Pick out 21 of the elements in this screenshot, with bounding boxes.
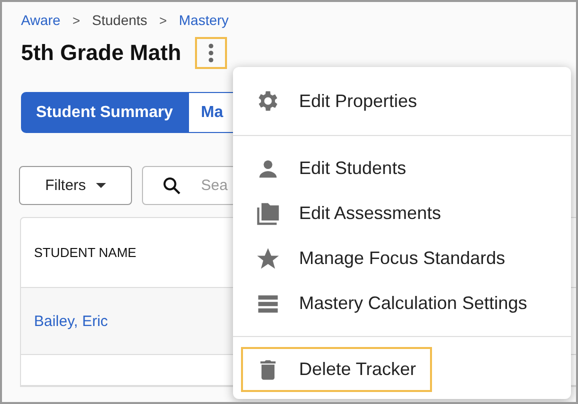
folder-icon xyxy=(255,200,281,226)
more-options-button[interactable] xyxy=(195,37,228,69)
menu-item[interactable]: Mastery Calculation Settings xyxy=(241,281,563,326)
menu-item[interactable]: Edit Students xyxy=(241,146,563,191)
menu-item[interactable]: Delete Tracker xyxy=(241,347,432,392)
menu-item[interactable]: Manage Focus Standards xyxy=(241,236,563,281)
filters-button[interactable]: Filters xyxy=(19,166,132,205)
breadcrumb-separator: > xyxy=(159,12,167,28)
student-link[interactable]: Bailey, Eric xyxy=(34,312,108,330)
breadcrumb-link[interactable]: Aware xyxy=(21,12,60,28)
breadcrumb-text: Students xyxy=(92,12,148,28)
tab[interactable]: Student Summary xyxy=(21,92,188,133)
caret-icon xyxy=(96,183,106,188)
breadcrumb-separator: > xyxy=(72,12,80,28)
breadcrumb-link[interactable]: Mastery xyxy=(178,12,229,28)
star-icon xyxy=(255,246,281,272)
menu-item[interactable]: Edit Assessments xyxy=(241,191,563,236)
kebab-icon xyxy=(208,43,214,63)
page-title: 5th Grade Math xyxy=(21,40,182,66)
menu-item[interactable]: Edit Properties xyxy=(241,77,563,125)
search-icon xyxy=(162,176,182,196)
